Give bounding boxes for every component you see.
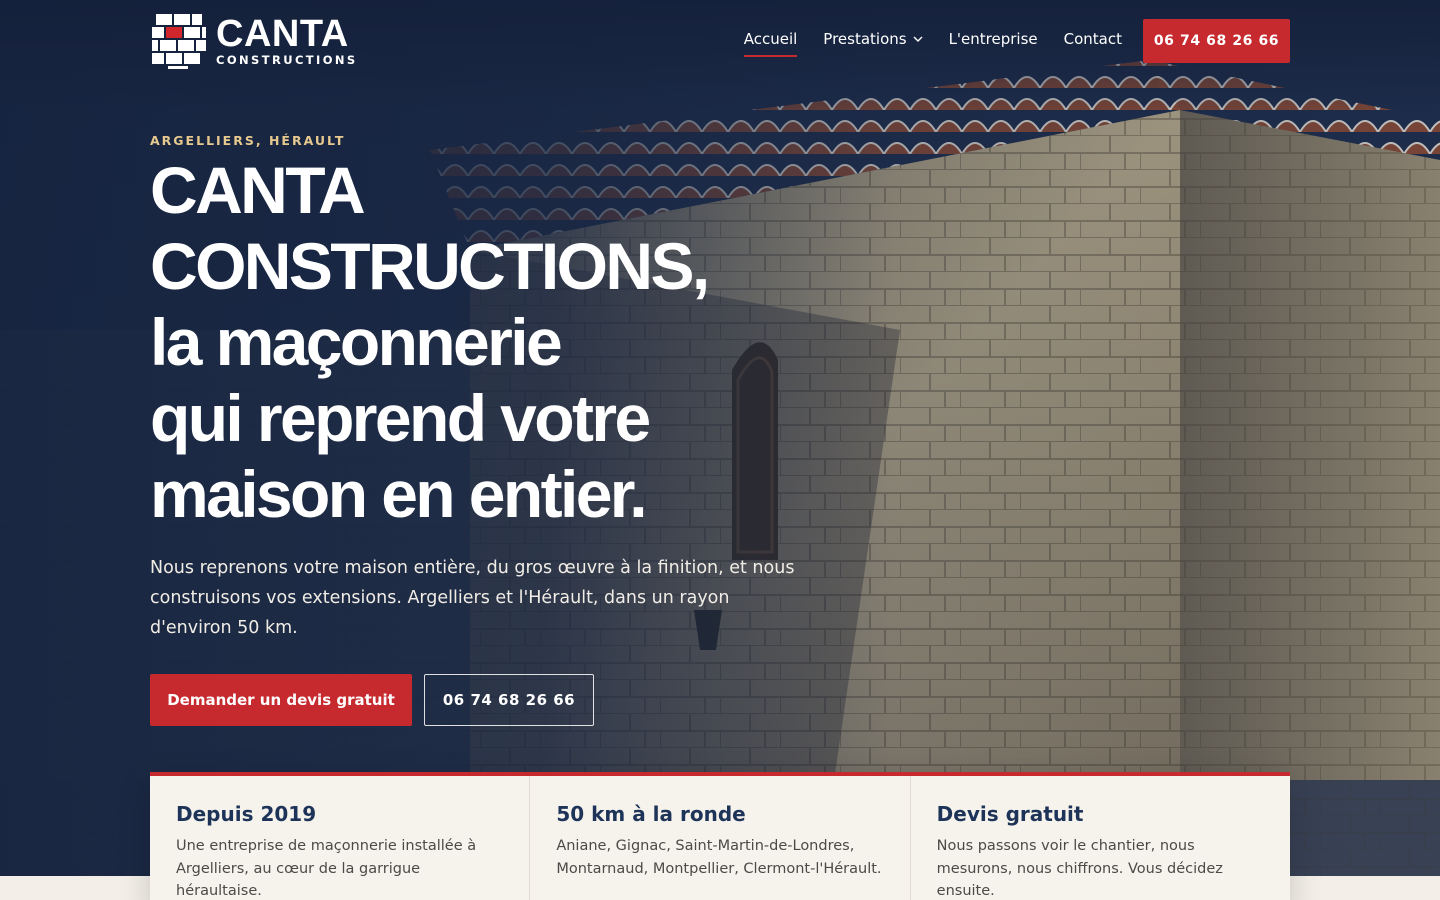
main-nav: Accueil Prestations L'entreprise Contact (743, 30, 1122, 57)
nav-label: Prestations (823, 30, 907, 48)
feature-title: 50 km à la ronde (556, 802, 746, 826)
nav-item-contact[interactable]: Contact (1064, 30, 1122, 48)
logo[interactable]: CANTA CONSTRUCTIONS (150, 12, 358, 70)
feature-card: Depuis 2019 Une entreprise de maçonnerie… (150, 776, 531, 900)
nav-item-prestations[interactable]: Prestations (823, 30, 923, 48)
brand-subtitle: CONSTRUCTIONS (216, 52, 358, 67)
nav-label: Accueil (743, 30, 798, 48)
feature-title: Depuis 2019 (176, 802, 317, 826)
headline-line: qui reprend votre (150, 381, 651, 455)
headline-line: CANTA (150, 153, 366, 227)
chevron-down-icon (913, 36, 923, 42)
headline-line: maison en entier. (150, 457, 648, 531)
hero-lede: Nous reprenons votre maison entière, du … (150, 558, 795, 638)
nav-label: Contact (1063, 30, 1122, 48)
feature-text: Nous passons voir le chantier, nous mesu… (936, 838, 1223, 899)
headline-line: CONSTRUCTIONS, (150, 229, 710, 303)
headline-line: la maçonnerie (150, 305, 563, 379)
feature-title: Devis gratuit (936, 802, 1084, 826)
feature-card: Devis gratuit Nous passons voir le chant… (911, 776, 1290, 900)
site-header: CANTA CONSTRUCTIONS Accueil Prestations … (150, 12, 1290, 72)
hero-eyebrow: ARGELLIERS, HÉRAULT (150, 133, 346, 148)
feature-text: Aniane, Gignac, Saint-Martin-de-Londres,… (556, 838, 882, 877)
feature-text: Une entreprise de maçonnerie installée à… (176, 838, 477, 899)
phone-button[interactable]: 06 74 68 26 66 (424, 674, 594, 726)
brand-name: CANTA (216, 12, 349, 55)
nav-item-entreprise[interactable]: L'entreprise (949, 30, 1038, 48)
request-quote-button[interactable]: Demander un devis gratuit (150, 674, 412, 726)
feature-cards: Depuis 2019 Une entreprise de maçonnerie… (150, 772, 1290, 900)
header-phone-button[interactable]: 06 74 68 26 66 (1143, 19, 1290, 63)
feature-card: 50 km à la ronde Aniane, Gignac, Saint-M… (530, 776, 911, 900)
brick-wall-icon (152, 14, 206, 69)
nav-label: L'entreprise (948, 30, 1038, 48)
hero-headline: CANTA CONSTRUCTIONS, la maçonnerie qui r… (150, 152, 850, 532)
nav-item-accueil[interactable]: Accueil (743, 30, 798, 57)
